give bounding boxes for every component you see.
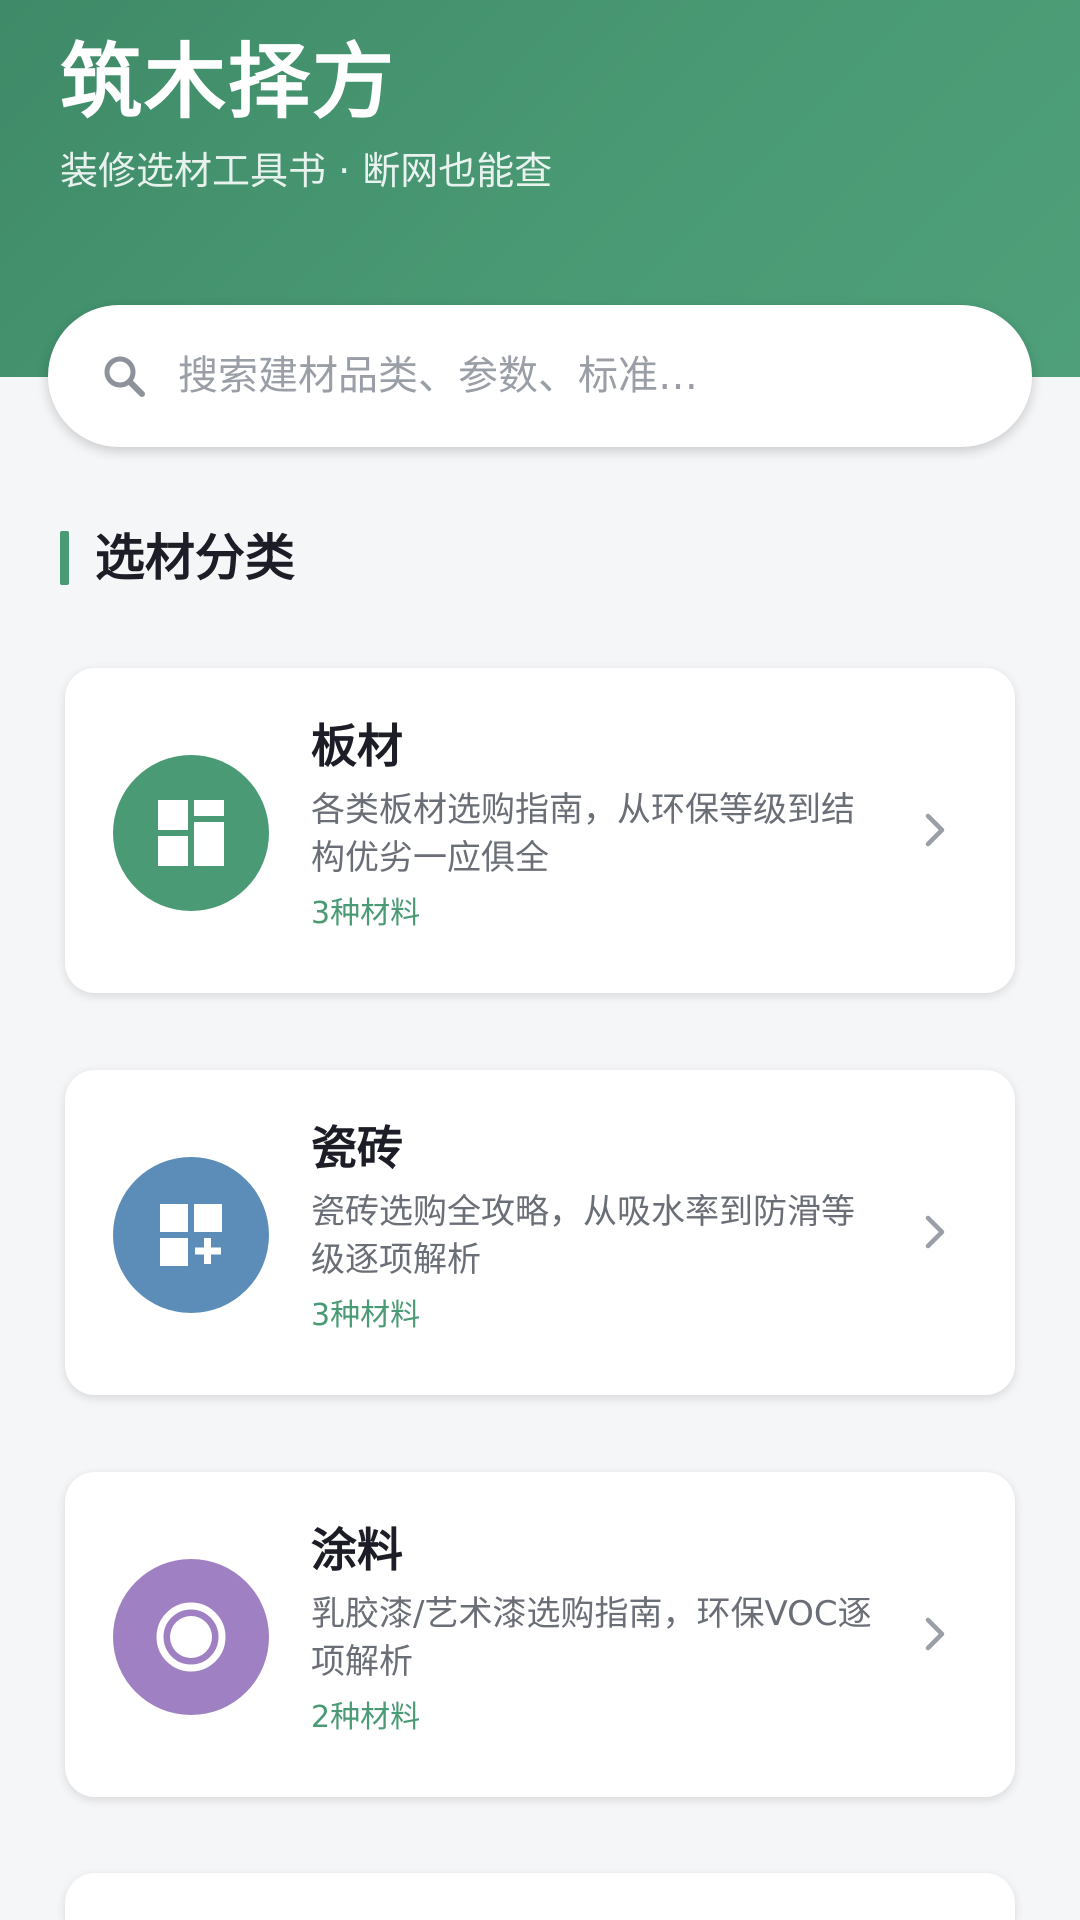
- category-name: 板材: [311, 719, 403, 773]
- category-card-paint[interactable]: 涂料 乳胶漆/艺术漆选购指南，环保VOC逐项解析 2种材料: [65, 1472, 1015, 1797]
- category-description: 乳胶漆/艺术漆选购指南，环保VOC逐项解析: [311, 1594, 872, 1682]
- paint-ring-icon: [156, 1602, 226, 1672]
- category-description: 瓷砖选购全攻略，从吸水率到防滑等级逐项解析: [311, 1192, 855, 1280]
- section-accent-bar: [60, 531, 69, 585]
- app-subtitle: 装修选材工具书 · 断网也能查: [60, 149, 553, 193]
- category-icon-badge: [113, 1559, 269, 1715]
- search-icon: [104, 356, 145, 397]
- app-title: 筑木择方: [60, 35, 397, 130]
- category-count: 3种材料: [311, 896, 421, 931]
- category-icon-badge: [113, 755, 269, 911]
- section-title: 选材分类: [95, 529, 295, 587]
- chevron-right-icon: [925, 1617, 945, 1651]
- chevron-right-icon: [925, 1215, 945, 1249]
- category-description: 各类板材选购指南，从环保等级到结构优劣一应俱全: [311, 790, 855, 878]
- panel-grid-icon: [158, 800, 224, 866]
- section-header: 选材分类: [60, 529, 295, 587]
- search-bar[interactable]: [48, 305, 1032, 447]
- search-input[interactable]: [178, 336, 958, 416]
- category-card-boards[interactable]: 板材 各类板材选购指南，从环保等级到结构优劣一应俱全 3种材料: [65, 668, 1015, 993]
- chevron-right-icon: [925, 813, 945, 847]
- category-count: 2种材料: [311, 1700, 421, 1735]
- category-card-next[interactable]: [65, 1873, 1015, 1920]
- tile-plus-icon: [160, 1204, 222, 1266]
- category-count: 3种材料: [311, 1298, 421, 1333]
- category-icon-badge: [113, 1157, 269, 1313]
- category-card-tiles[interactable]: 瓷砖 瓷砖选购全攻略，从吸水率到防滑等级逐项解析 3种材料: [65, 1070, 1015, 1395]
- category-name: 涂料: [311, 1523, 403, 1577]
- category-name: 瓷砖: [311, 1121, 403, 1175]
